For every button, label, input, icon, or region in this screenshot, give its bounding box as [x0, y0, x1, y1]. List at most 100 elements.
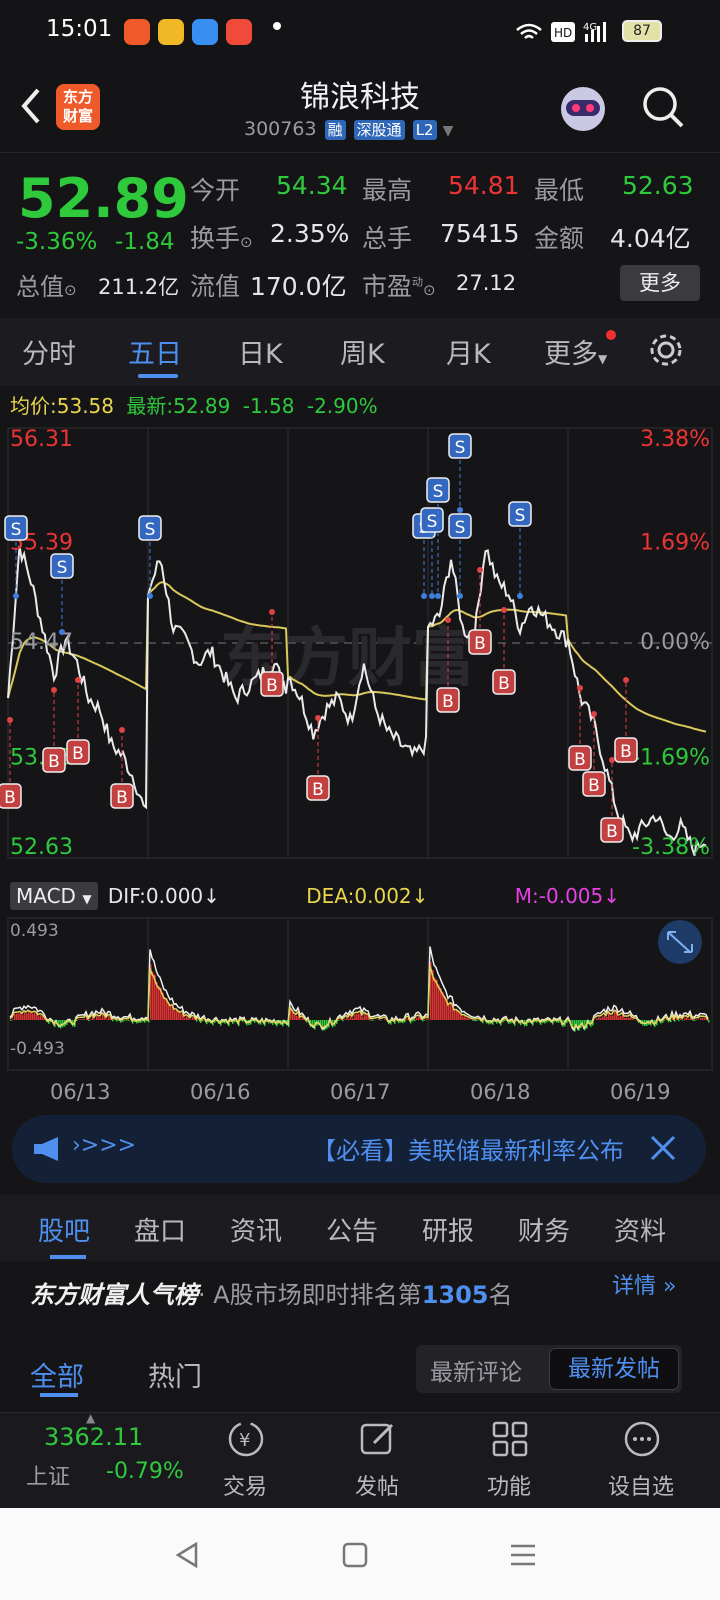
date-label: 06/18	[470, 1080, 531, 1104]
post-filter-bar: 全部 热门 最新评论 最新发帖	[0, 1345, 720, 1405]
tab-orderbook[interactable]: 盘口	[134, 1211, 186, 1248]
tab-daily-k[interactable]: 日K	[238, 332, 283, 371]
red-dot-badge	[606, 330, 616, 340]
marker-label: S	[11, 520, 22, 540]
bottom-toolbar: ▲ 3362.11 上证 -0.79% ¥ 交易 发帖 功能 设自选	[0, 1411, 720, 1508]
app-notification-icon	[124, 19, 150, 45]
mktcap-label: 总值⊙	[16, 273, 77, 301]
gear-icon[interactable]	[648, 332, 684, 368]
svg-text:¥: ¥	[239, 1430, 250, 1451]
marker-label: S	[427, 512, 438, 532]
turnover-value: 2.35%	[270, 219, 350, 248]
chevron-down-icon: ▼	[442, 123, 454, 139]
tab-weekly-k[interactable]: 周K	[340, 332, 385, 371]
nav-menu-icon[interactable]	[508, 1540, 538, 1570]
marker-label: B	[574, 750, 586, 770]
y-axis-pct-label: 1.69%	[640, 531, 710, 556]
tab-announcement[interactable]: 公告	[326, 1211, 378, 1248]
stock-header: 东方 财富 锦浪科技 300763 融 深股通 L2 ▼	[0, 62, 720, 152]
edit-icon[interactable]	[358, 1419, 398, 1459]
tab-profile[interactable]: 资料	[614, 1211, 666, 1248]
high-label: 最高	[362, 176, 413, 205]
open-value: 54.34	[276, 171, 348, 200]
more-button[interactable]: 更多	[620, 265, 700, 301]
marker-label: S	[145, 520, 156, 540]
level2-tag: L2	[412, 120, 437, 140]
marker-label: B	[266, 676, 278, 696]
status-time: 15:01	[46, 16, 113, 42]
y-axis-pct-label: -1.69%	[632, 746, 710, 771]
status-bar: 15:01 HD 4G 87	[0, 0, 720, 62]
change-pct: -3.36%	[16, 229, 98, 255]
marker-label: B	[116, 788, 128, 808]
y-axis-price-label: 52.63	[10, 835, 73, 860]
robot-assistant-icon[interactable]	[556, 82, 610, 136]
macd-chart[interactable]: 0.493 -0.493	[0, 916, 720, 1076]
subtab-underline	[50, 1255, 86, 1259]
mktcap-value: 211.2亿	[98, 275, 180, 299]
app-notification-icon	[192, 19, 218, 45]
megaphone-icon	[34, 1137, 58, 1161]
margin-tag: 融	[324, 120, 346, 140]
marker-label: S	[57, 558, 68, 578]
post-button[interactable]: 发帖	[332, 1469, 422, 1501]
macd-top-label: 0.493	[10, 921, 59, 941]
amount-value: 4.04亿	[610, 224, 691, 253]
marker-label: B	[312, 780, 324, 800]
index-name: 上证	[26, 1465, 71, 1490]
y-axis-pct-label: 0.00%	[640, 630, 710, 655]
avg-price-line: 均价:53.58 最新:52.89 -1.58 -2.90%	[10, 394, 378, 418]
float-label: 流值	[190, 272, 241, 301]
price-line	[7, 545, 707, 856]
pe-label: 市盈动⊙	[362, 272, 436, 301]
low-value: 52.63	[622, 171, 694, 200]
tab-monthly-k[interactable]: 月K	[446, 332, 491, 371]
y-axis-price-label: 56.31	[10, 427, 73, 452]
date-label: 06/19	[610, 1080, 671, 1104]
stock-code-row[interactable]: 300763 融 深股通 L2 ▼	[244, 118, 453, 140]
grid-icon[interactable]	[490, 1419, 530, 1459]
turnover-label: 换手⊙	[190, 224, 253, 253]
sort-latest-post[interactable]: 最新发帖	[549, 1348, 679, 1390]
system-nav-bar	[0, 1508, 720, 1600]
tab-hot[interactable]: 热门	[148, 1355, 202, 1394]
tab-research[interactable]: 研报	[422, 1211, 474, 1248]
yuan-trade-icon[interactable]: ¥	[226, 1419, 266, 1459]
amount-label: 金额	[534, 224, 585, 253]
tab-intraday[interactable]: 分时	[22, 332, 76, 371]
nav-back-icon[interactable]	[172, 1540, 202, 1570]
more-dots-icon[interactable]	[622, 1419, 662, 1459]
marker-label: B	[72, 744, 84, 764]
tab-forum[interactable]: 股吧	[38, 1211, 90, 1248]
function-button[interactable]: 功能	[464, 1469, 554, 1501]
news-banner[interactable]: ›>>> 【必看】美联储最新利率公布	[12, 1115, 706, 1183]
tab-five-day[interactable]: 五日	[128, 332, 182, 371]
y-axis-pct-label: 3.38%	[640, 427, 710, 452]
trade-button[interactable]: 交易	[200, 1469, 290, 1501]
stock-name: 锦浪科技	[300, 80, 420, 115]
add-watchlist-button[interactable]: 设自选	[596, 1469, 686, 1501]
banner-text: 【必看】美联储最新利率公布	[312, 1137, 624, 1165]
macd-selector[interactable]: MACD ▼	[10, 882, 98, 910]
tab-all[interactable]: 全部	[30, 1355, 84, 1394]
all-underline	[40, 1393, 78, 1397]
marker-label: S	[515, 506, 526, 526]
search-icon[interactable]	[640, 84, 686, 130]
nav-home-icon[interactable]	[340, 1540, 370, 1570]
float-value: 170.0亿	[250, 272, 347, 301]
close-icon[interactable]	[648, 1133, 678, 1163]
tab-more[interactable]: 更多▼	[544, 332, 607, 371]
rank-detail-link[interactable]: 详情 »	[612, 1268, 676, 1300]
tab-news[interactable]: 资讯	[230, 1211, 282, 1248]
banner-prefix: ›>>>	[72, 1133, 137, 1158]
volume-label: 总手	[362, 224, 413, 253]
index-value[interactable]: 3362.11	[44, 1423, 143, 1451]
popularity-rank[interactable]: 东方财富人气榜· A股市场即时排名第1305名	[30, 1275, 512, 1310]
five-day-price-chart[interactable]: 东方财富 56.3155.3954.4753.5552.633.38%1.69%…	[0, 420, 720, 870]
signal-icons: HD 4G	[516, 22, 606, 42]
tab-finance[interactable]: 财务	[518, 1211, 570, 1248]
sort-latest-comment[interactable]: 最新评论	[430, 1353, 522, 1387]
y-axis-pct-label: -3.38%	[632, 835, 710, 860]
high-value: 54.81	[448, 171, 520, 200]
marker-label: B	[48, 752, 60, 772]
